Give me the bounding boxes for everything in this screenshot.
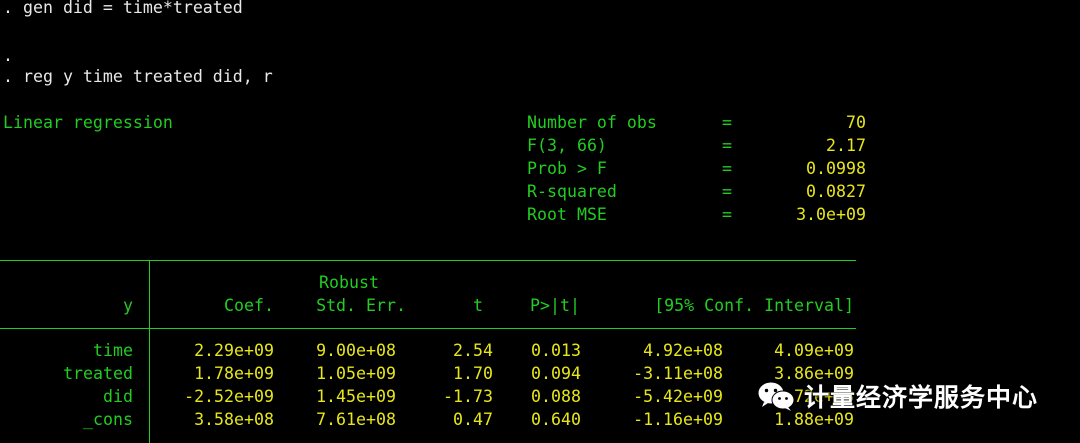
- row-t: 1.70: [453, 364, 493, 383]
- header-t: t: [473, 296, 483, 315]
- row-se: 7.61e+08: [316, 410, 396, 429]
- row-coef: 1.78e+09: [194, 364, 274, 383]
- row-ci-lower: 4.92e+08: [643, 341, 723, 360]
- row-se: 1.05e+09: [316, 364, 396, 383]
- header-p: P>|t|: [530, 296, 580, 315]
- stat-equals: =: [722, 159, 732, 178]
- row-p: 0.013: [531, 341, 581, 360]
- command-dot: .: [3, 46, 13, 65]
- row-se: 1.45e+09: [316, 387, 396, 406]
- row-p: 0.640: [531, 410, 581, 429]
- stat-value: 2.17: [826, 136, 866, 155]
- header-ci: [95% Conf. Interval]: [654, 296, 854, 315]
- header-coef: Coef.: [224, 296, 274, 315]
- table-top-rule: [0, 260, 856, 261]
- row-t: 2.54: [453, 341, 493, 360]
- row-ci-upper: 4.09e+09: [774, 341, 854, 360]
- stat-label: Number of obs: [527, 113, 657, 132]
- stat-equals: =: [722, 113, 732, 132]
- stat-value: 3.0e+09: [796, 205, 866, 224]
- stat-equals: =: [722, 136, 732, 155]
- row-variable: did: [103, 387, 133, 406]
- watermark-text: 计量经济学服务中心: [804, 383, 1039, 412]
- command-reg: . reg y time treated did, r: [3, 67, 273, 86]
- row-p: 0.094: [531, 364, 581, 383]
- command-gen: . gen did = time*treated: [3, 0, 243, 17]
- row-coef: -2.52e+09: [184, 387, 274, 406]
- stat-label: Prob > F: [527, 159, 607, 178]
- watermark: 计量经济学服务中心: [756, 376, 1038, 416]
- row-ci-lower: -1.16e+09: [633, 410, 723, 429]
- stat-value: 0.0827: [806, 182, 866, 201]
- wechat-icon: [757, 381, 795, 411]
- row-t: 0.47: [453, 410, 493, 429]
- row-ci-lower: -5.42e+09: [633, 387, 723, 406]
- stat-label: F(3, 66): [527, 136, 607, 155]
- row-p: 0.088: [531, 387, 581, 406]
- header-depvar: y: [123, 296, 133, 315]
- table-vertical-rule: [149, 260, 150, 443]
- row-variable: treated: [63, 364, 133, 383]
- header-se: Std. Err.: [316, 296, 406, 315]
- row-t: -1.73: [443, 387, 493, 406]
- row-variable: _cons: [83, 410, 133, 429]
- stat-value: 70: [846, 113, 866, 132]
- stat-equals: =: [722, 205, 732, 224]
- stat-equals: =: [722, 182, 732, 201]
- row-ci-lower: -3.11e+08: [633, 364, 723, 383]
- stat-value: 0.0998: [806, 159, 866, 178]
- row-se: 9.00e+08: [316, 341, 396, 360]
- stat-label: R-squared: [527, 182, 617, 201]
- header-robust: Robust: [319, 273, 379, 292]
- row-coef: 2.29e+09: [194, 341, 274, 360]
- row-variable: time: [93, 341, 133, 360]
- model-title: Linear regression: [3, 113, 173, 132]
- row-coef: 3.58e+08: [194, 410, 274, 429]
- table-header-rule: [0, 328, 856, 329]
- stata-results-window: . gen did = time*treated . . reg y time …: [0, 0, 1080, 443]
- stat-label: Root MSE: [527, 205, 607, 224]
